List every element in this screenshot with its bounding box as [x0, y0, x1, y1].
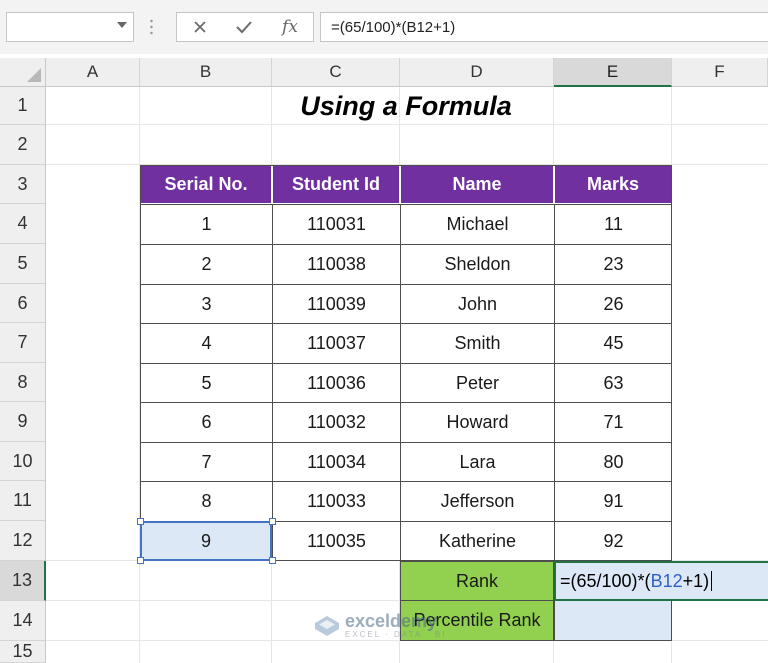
table-cell-marks[interactable]: 63: [554, 363, 672, 402]
table-header-name[interactable]: Name: [400, 165, 554, 204]
row-header-12[interactable]: 12: [0, 521, 46, 561]
table-cell-marks[interactable]: 45: [554, 323, 672, 363]
table-cell-serial[interactable]: 3: [140, 284, 272, 323]
row-header-10[interactable]: 10: [0, 442, 46, 481]
formula-input[interactable]: =(65/100)*(B12+1): [320, 12, 768, 42]
table-cell-student-id[interactable]: 110037: [272, 323, 400, 363]
selected-cell-b12[interactable]: 9: [140, 521, 272, 561]
sheet-title[interactable]: Using a Formula: [140, 87, 672, 125]
check-icon[interactable]: [231, 17, 257, 37]
selection-handle[interactable]: [269, 557, 276, 564]
formula-bar: fx =(65/100)*(B12+1): [0, 0, 768, 54]
formula-bar-splitter[interactable]: [150, 18, 153, 36]
fx-icon[interactable]: fx: [277, 17, 303, 37]
table-cell-serial[interactable]: 7: [140, 442, 272, 481]
table-cell-student-id[interactable]: 110034: [272, 442, 400, 481]
table-cell-serial[interactable]: 1: [140, 204, 272, 244]
row-header-11[interactable]: 11: [0, 481, 46, 521]
table-header-student-id[interactable]: Student Id: [272, 165, 400, 204]
table-cell-marks[interactable]: 23: [554, 244, 672, 284]
column-header-b[interactable]: B: [140, 58, 272, 87]
selection-handle[interactable]: [269, 518, 276, 525]
cell-value: 9: [200, 530, 211, 551]
percentile-rank-value-cell[interactable]: [554, 601, 672, 641]
name-box[interactable]: [6, 12, 134, 42]
formula-suffix: +1): [682, 570, 710, 591]
table-cell-marks[interactable]: 11: [554, 204, 672, 244]
table-cell-marks[interactable]: 26: [554, 284, 672, 323]
formula-text: =(65/100)*(B12+1): [331, 18, 456, 36]
formula-buttons: fx: [176, 12, 314, 42]
table-cell-marks[interactable]: 80: [554, 442, 672, 481]
watermark-tagline: EXCEL · DATA · BI: [345, 630, 447, 639]
row-header-9[interactable]: 9: [0, 402, 46, 442]
table-cell-name[interactable]: Katherine: [400, 521, 554, 561]
table-cell-name[interactable]: Lara: [400, 442, 554, 481]
selection-handle[interactable]: [137, 518, 144, 525]
rank-formula-cell[interactable]: =(65/100)*(B12 +1): [554, 561, 768, 601]
table-cell-serial[interactable]: 5: [140, 363, 272, 402]
column-header-f[interactable]: F: [672, 58, 768, 87]
row-header-1[interactable]: 1: [0, 87, 46, 125]
table-cell-name[interactable]: John: [400, 284, 554, 323]
row-header-13[interactable]: 13: [0, 561, 46, 601]
cell-reference: B12: [650, 570, 683, 591]
table-cell-serial[interactable]: 2: [140, 244, 272, 284]
table-cell-student-id[interactable]: 110038: [272, 244, 400, 284]
exceldemy-watermark: exceldemy EXCEL · DATA · BI: [314, 612, 446, 639]
watermark-name: exceldemy: [345, 611, 438, 631]
row-header-4[interactable]: 4: [0, 204, 46, 244]
table-header-marks[interactable]: Marks: [554, 165, 672, 204]
table-cell-serial[interactable]: 4: [140, 323, 272, 363]
table-cell-serial[interactable]: 6: [140, 402, 272, 442]
row-header-6[interactable]: 6: [0, 284, 46, 323]
table-cell-name[interactable]: Sheldon: [400, 244, 554, 284]
table-header-serial[interactable]: Serial No.: [140, 165, 272, 204]
table-cell-student-id[interactable]: 110031: [272, 204, 400, 244]
select-all-corner[interactable]: [0, 58, 46, 87]
close-icon[interactable]: [187, 17, 213, 37]
row-header-14[interactable]: 14: [0, 601, 46, 641]
table-cell-marks[interactable]: 91: [554, 481, 672, 521]
table-cell-student-id[interactable]: 110036: [272, 363, 400, 402]
row-header-5[interactable]: 5: [0, 244, 46, 284]
column-header-e[interactable]: E: [554, 58, 672, 87]
formula-prefix: =(65/100)*(: [560, 570, 651, 591]
table-cell-name[interactable]: Smith: [400, 323, 554, 363]
selection-handle[interactable]: [137, 557, 144, 564]
table-cell-name[interactable]: Peter: [400, 363, 554, 402]
row-header-8[interactable]: 8: [0, 363, 46, 402]
row-header-2[interactable]: 2: [0, 125, 46, 165]
table-cell-student-id[interactable]: 110033: [272, 481, 400, 521]
logo-icon: [314, 615, 340, 637]
column-header-d[interactable]: D: [400, 58, 554, 87]
table-cell-name[interactable]: Michael: [400, 204, 554, 244]
rank-label-cell[interactable]: Rank: [400, 561, 554, 601]
table-cell-serial[interactable]: 8: [140, 481, 272, 521]
table-cell-marks[interactable]: 71: [554, 402, 672, 442]
row-header-3[interactable]: 3: [0, 165, 46, 204]
table-cell-student-id[interactable]: 110035: [272, 521, 400, 561]
table-cell-student-id[interactable]: 110039: [272, 284, 400, 323]
chevron-down-icon[interactable]: [117, 22, 127, 28]
table-cell-name[interactable]: Howard: [400, 402, 554, 442]
row-header-15[interactable]: 15: [0, 641, 46, 663]
column-header-a[interactable]: A: [46, 58, 140, 87]
table-cell-marks[interactable]: 92: [554, 521, 672, 561]
column-header-c[interactable]: C: [272, 58, 400, 87]
row-header-7[interactable]: 7: [0, 323, 46, 363]
table-cell-student-id[interactable]: 110032: [272, 402, 400, 442]
text-cursor: [711, 571, 713, 591]
table-cell-name[interactable]: Jefferson: [400, 481, 554, 521]
